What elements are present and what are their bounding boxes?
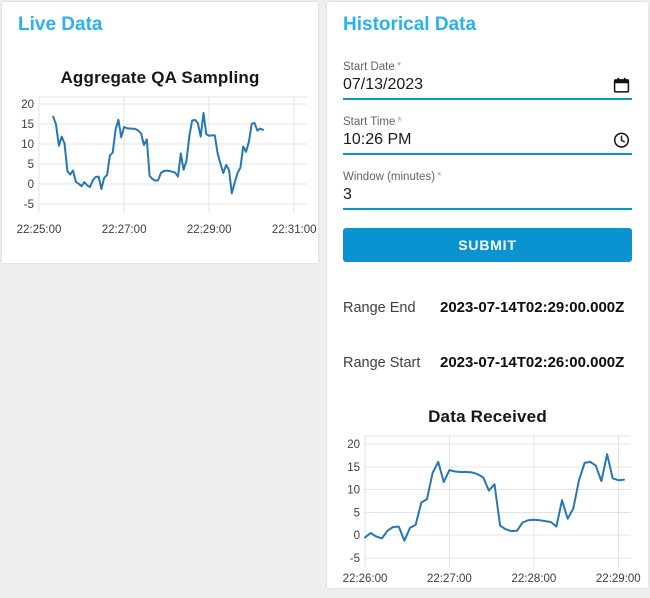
range-end-value: 2023-07-14T02:29:00.000Z	[440, 299, 625, 316]
svg-text:22:25:00: 22:25:00	[17, 224, 62, 236]
historical-chart-canvas: -5 0 5 10 15 20 22:26:00 22:27:00 22:28:00 22:29:…	[343, 435, 641, 585]
svg-text:0: 0	[354, 530, 360, 542]
start-time-field: Start Time *	[343, 115, 632, 155]
svg-text:15: 15	[21, 119, 34, 131]
range-start-row: Range Start 2023-07-14T02:26:00.000Z	[343, 354, 648, 371]
svg-text:15: 15	[347, 462, 360, 474]
start-time-input[interactable]	[343, 129, 632, 153]
svg-text:10: 10	[347, 485, 360, 497]
svg-text:20: 20	[21, 99, 34, 111]
live-chart-title: Aggregate QA Sampling	[60, 68, 260, 87]
live-data-panel: Live Data Aggregate QA Sampling -5 0 5 10 15…	[2, 2, 318, 263]
start-date-field: Start Date *	[343, 60, 632, 100]
window-minutes-field: Window (minutes) *	[343, 170, 632, 210]
window-minutes-row	[343, 184, 632, 210]
start-time-label: Start Time *	[343, 115, 632, 129]
historical-chart-block: Data Received -5 0 5 10 15 20 22:26:00 22:27:00…	[327, 407, 648, 586]
start-date-input[interactable]	[343, 74, 632, 98]
range-start-value: 2023-07-14T02:26:00.000Z	[440, 354, 625, 371]
historical-data-title: Historical Data	[343, 14, 477, 35]
svg-text:22:27:00: 22:27:00	[427, 573, 472, 585]
window-minutes-label-text: Window (minutes)	[343, 171, 436, 183]
svg-text:22:28:00: 22:28:00	[512, 573, 557, 585]
dashboard-page: Live Data Aggregate QA Sampling -5 0 5 10 15…	[0, 0, 650, 598]
historical-data-panel: Historical Data Start Date * 07/13/2023 …	[327, 2, 648, 588]
svg-text:20: 20	[347, 439, 360, 451]
historical-chart-title: Data Received	[428, 407, 547, 426]
range-end-row: Range End 2023-07-14T02:29:00.000Z	[343, 299, 648, 316]
start-date-label: Start Date *	[343, 60, 632, 74]
svg-text:22:29:00: 22:29:00	[596, 573, 641, 585]
svg-text:22:26:00: 22:26:00	[343, 573, 388, 585]
svg-text:0: 0	[28, 179, 34, 191]
svg-text:22:29:00: 22:29:00	[187, 224, 232, 236]
svg-text:5: 5	[354, 508, 360, 520]
svg-text:-5: -5	[24, 199, 34, 211]
svg-text:22:31:00: 22:31:00	[272, 224, 317, 236]
range-end-label: Range End	[343, 300, 416, 316]
live-data-title: Live Data	[18, 14, 103, 35]
start-date-row	[343, 74, 632, 100]
start-time-label-text: Start Time	[343, 116, 396, 128]
svg-text:5: 5	[28, 159, 34, 171]
range-start-label: Range Start	[343, 355, 421, 371]
live-chart-block: Aggregate QA Sampling -5 0 5 10 15 20 22:25:00…	[2, 68, 318, 241]
required-marker: *	[437, 171, 442, 183]
svg-text:22:27:00: 22:27:00	[102, 224, 147, 236]
calendar-icon[interactable]	[613, 77, 630, 94]
start-time-row	[343, 129, 632, 155]
window-minutes-label: Window (minutes) *	[343, 170, 632, 184]
submit-button[interactable]: SUBMIT	[343, 228, 632, 262]
window-minutes-input[interactable]	[343, 184, 632, 208]
start-date-label-text: Start Date	[343, 61, 395, 73]
svg-text:-5: -5	[350, 553, 360, 565]
required-marker: *	[397, 116, 402, 128]
required-marker: *	[396, 61, 402, 73]
svg-text:10: 10	[21, 139, 34, 151]
live-chart-canvas: -5 0 5 10 15 20 22:25:00 22:27:00 22:29:00 22:31:…	[17, 96, 317, 236]
clock-icon[interactable]	[613, 132, 630, 149]
